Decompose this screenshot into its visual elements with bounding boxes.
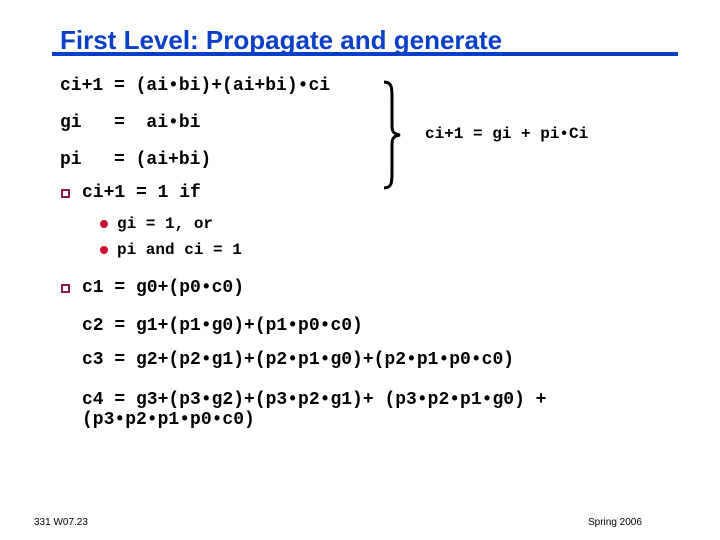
square-bullet-icon: [61, 284, 70, 293]
bullet-carry-condition: ci+1 = 1 if: [82, 183, 201, 203]
dot-bullet-icon: [100, 246, 108, 254]
sub-bullet-propagate: pi and ci = 1: [117, 241, 242, 259]
slide-title: First Level: Propagate and generate: [60, 25, 503, 55]
equation-generate: gi = ai•bi: [60, 113, 201, 133]
right-brace-icon: [383, 80, 401, 190]
equation-propagate: pi = (ai+bi): [60, 150, 212, 170]
footer-course-code: 331 W07.23: [34, 517, 88, 528]
equation-c1: c1 = g0+(p0•c0): [82, 278, 245, 298]
sub-bullet-generate: gi = 1, or: [117, 215, 214, 233]
square-bullet-icon: [61, 189, 70, 198]
dot-bullet-icon: [100, 220, 108, 228]
equation-c3: c3 = g2+(p2•g1)+(p2•p1•g0)+(p2•p1•p0•c0): [82, 350, 515, 370]
title-underline: [52, 52, 678, 56]
equation-carry: ci+1 = (ai•bi)+(ai+bi)•ci: [60, 76, 331, 96]
equation-carry-simplified: ci+1 = gi + pi•Ci: [425, 125, 589, 143]
equation-c4: c4 = g3+(p3•g2)+(p3•p2•g1)+ (p3•p2•p1•g0…: [82, 390, 547, 410]
equation-c4-continued: (p3•p2•p1•p0•c0): [82, 410, 255, 430]
equation-c2: c2 = g1+(p1•g0)+(p1•p0•c0): [82, 316, 363, 336]
footer-semester: Spring 2006: [588, 517, 642, 528]
